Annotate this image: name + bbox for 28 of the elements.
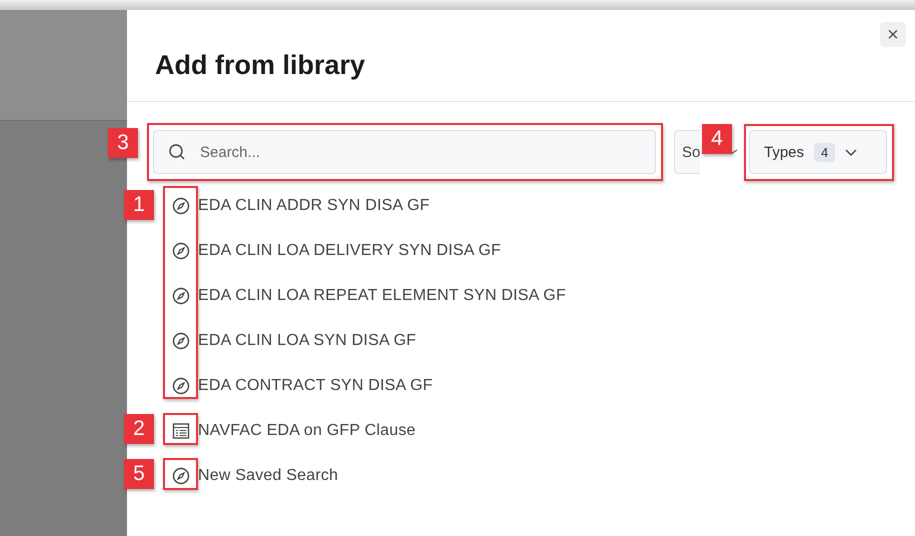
- library-item[interactable]: NAVFAC EDA on GFP Clause: [198, 422, 416, 440]
- count-badge: 4: [814, 142, 836, 162]
- close-button[interactable]: ×: [880, 22, 906, 47]
- compass-icon: [172, 376, 190, 394]
- library-item[interactable]: EDA CLIN ADDR SYN DISA GF: [198, 196, 430, 214]
- annotation-number: 2: [124, 414, 154, 444]
- compass-icon: [172, 466, 190, 484]
- annotation-frame: [163, 458, 198, 490]
- annotation-number: 5: [124, 459, 154, 489]
- compass-icon: [172, 332, 190, 350]
- compass-icon: [172, 196, 190, 214]
- table-icon: [172, 422, 190, 440]
- library-item[interactable]: EDA CONTRACT SYN DISA GF: [198, 376, 433, 394]
- search-field[interactable]: Search...: [153, 130, 656, 174]
- library-item[interactable]: New Saved Search: [198, 466, 338, 484]
- types-dropdown[interactable]: Types 4: [749, 130, 887, 174]
- sort-button[interactable]: So: [674, 130, 700, 174]
- annotation-number: 3: [108, 128, 138, 158]
- compass-icon: [172, 286, 190, 304]
- library-item[interactable]: EDA CLIN LOA DELIVERY SYN DISA GF: [198, 242, 502, 260]
- annotation-number: 4: [702, 124, 732, 154]
- annotation-number: 1: [124, 190, 154, 220]
- compass-icon: [172, 242, 190, 260]
- dialog-title: Add from library: [155, 50, 366, 81]
- library-item[interactable]: EDA CLIN LOA REPEAT ELEMENT SYN DISA GF: [198, 286, 566, 304]
- annotation-frame: [163, 413, 198, 445]
- search-icon: [168, 143, 186, 161]
- library-item[interactable]: EDA CLIN LOA SYN DISA GF: [198, 332, 416, 350]
